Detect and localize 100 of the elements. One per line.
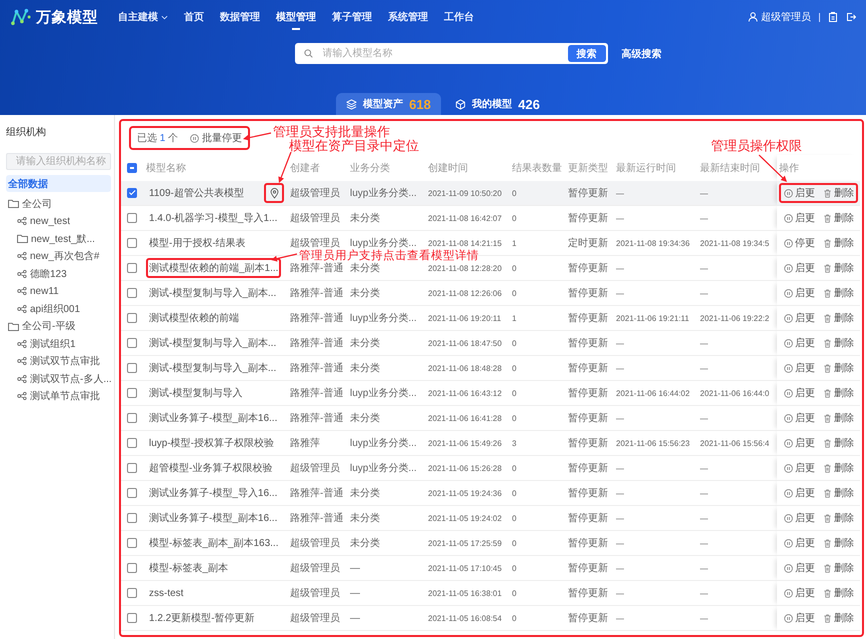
row-checkbox[interactable] — [127, 362, 137, 373]
toggle-update-button[interactable]: 启更 — [784, 311, 815, 325]
model-name-link[interactable]: 测试-模型复制与导入 — [146, 383, 246, 403]
table-row[interactable]: 测试业务算子-模型_副本16... 路雅萍-普通 未分类 2021-11-06 16:41:28 0 暂停更新 — — 启更 删除 — [121, 406, 860, 430]
model-name-link[interactable]: 测试-模型复制与导入_副本... — [146, 283, 280, 303]
row-checkbox[interactable] — [127, 612, 137, 623]
toggle-update-button[interactable]: 启更 — [784, 461, 815, 475]
tree-item[interactable]: 全部数据 — [6, 175, 111, 192]
advanced-search-link[interactable]: 高级搜索 — [622, 46, 662, 60]
table-row[interactable]: 测试-模型复制与导入_副本... 路雅萍-普通 未分类 2021-11-08 12:26:06 0 暂停更新 — — 启更 删除 — [121, 280, 860, 306]
toggle-update-button[interactable]: 启更 — [784, 536, 815, 550]
delete-button[interactable]: 删除 — [823, 461, 854, 475]
search-button[interactable]: 搜索 — [568, 45, 606, 62]
delete-button[interactable]: 删除 — [823, 436, 854, 450]
delete-button[interactable]: 删除 — [823, 486, 854, 500]
table-row[interactable]: 测试-模型复制与导入 路雅萍-普通 luyp业务分类... 2021-11-06 16:43:12 0 暂停更新 2021-11-06 16:44:02 2021-11-06 16:44:0 启更 删除 — [121, 380, 860, 406]
toggle-update-button[interactable]: 启更 — [784, 511, 815, 525]
model-name-link[interactable]: zss-test — [146, 584, 186, 602]
table-row[interactable]: 超管模型-业务算子权限校验 超级管理员 luyp业务分类... 2021-11-06 15:26:28 0 暂停更新 — — 启更 删除 — [121, 456, 860, 480]
model-name-link[interactable]: 1.4.0-机器学习-模型_导入1... — [146, 208, 280, 228]
delete-button[interactable]: 删除 — [823, 611, 854, 625]
row-checkbox[interactable] — [127, 288, 137, 298]
toggle-update-button[interactable]: 启更 — [784, 386, 815, 400]
row-checkbox[interactable] — [127, 538, 137, 548]
tree-item[interactable]: 德瞻123 — [15, 265, 111, 282]
row-checkbox[interactable] — [127, 588, 137, 598]
nav-item[interactable]: 算子管理 — [332, 0, 372, 34]
table-row[interactable]: 测试业务算子-模型_副本16... 路雅萍-普通 未分类 2021-11-05 19:24:02 0 暂停更新 — — 启更 删除 — [121, 506, 860, 530]
nav-item[interactable]: 系统管理 — [388, 0, 428, 34]
tree-item[interactable]: 测试组织1 — [15, 335, 111, 352]
tree-item[interactable]: 测试双节点审批 — [15, 352, 111, 370]
toggle-update-button[interactable]: 停更 — [784, 236, 815, 250]
nav-item[interactable]: 自主建模 — [118, 0, 168, 34]
location-pin-icon[interactable] — [270, 188, 278, 198]
row-checkbox[interactable] — [127, 312, 137, 323]
table-row[interactable]: 1109-超管公共表模型 超级管理员 luyp业务分类... 2021-11-09 10:50:20 0 暂停更新 — — 启更 删除 — [121, 181, 860, 206]
model-name-link[interactable]: 测试业务算子-模型_副本16... — [146, 408, 280, 428]
delete-button[interactable]: 删除 — [823, 586, 854, 600]
toggle-update-button[interactable]: 启更 — [784, 186, 815, 200]
nav-item[interactable]: 数据管理 — [220, 0, 260, 34]
tree-item[interactable]: new11 — [15, 282, 111, 300]
row-checkbox[interactable] — [127, 188, 137, 198]
delete-button[interactable]: 删除 — [823, 336, 854, 350]
row-checkbox[interactable] — [127, 412, 137, 423]
delete-button[interactable]: 删除 — [823, 361, 854, 375]
batch-stop-button[interactable]: 批量停更 — [190, 131, 242, 145]
user-menu[interactable]: 超级管理员 — [748, 10, 811, 24]
table-row[interactable]: zss-test 超级管理员 — 2021-11-05 16:38:01 0 暂停更新 — — 启更 删除 — [121, 580, 860, 606]
delete-button[interactable]: 删除 — [823, 211, 854, 225]
delete-button[interactable]: 删除 — [823, 186, 854, 200]
row-checkbox[interactable] — [127, 562, 137, 573]
toggle-update-button[interactable]: 启更 — [784, 611, 815, 625]
toggle-update-button[interactable]: 启更 — [784, 486, 815, 500]
nav-item[interactable]: 工作台 — [444, 0, 474, 34]
model-name-link[interactable]: 模型-用于授权-结果表 — [146, 233, 249, 253]
delete-button[interactable]: 删除 — [823, 311, 854, 325]
toggle-update-button[interactable]: 启更 — [784, 336, 815, 350]
table-row[interactable]: 模型-标签表_副本 超级管理员 — 2021-11-05 17:10:45 0 暂停更新 — — 启更 删除 — [121, 556, 860, 580]
toggle-update-button[interactable]: 启更 — [784, 561, 815, 575]
delete-button[interactable]: 删除 — [823, 236, 854, 250]
table-row[interactable]: 测试-模型复制与导入_副本... 路雅萍-普通 未分类 2021-11-06 18:48:28 0 暂停更新 — — 启更 删除 — [121, 356, 860, 380]
delete-button[interactable]: 删除 — [823, 411, 854, 425]
tree-item[interactable]: 全公司-平级 — [6, 318, 111, 335]
delete-button[interactable]: 删除 — [823, 511, 854, 525]
tree-item[interactable]: api组织001 — [15, 300, 111, 318]
model-name-link[interactable]: luyp-模型-授权算子权限校验 — [146, 433, 278, 453]
tree-item[interactable]: new_test_默... — [15, 230, 111, 248]
model-name-link[interactable]: 模型-标签表_副本_副本163... — [146, 533, 282, 553]
table-row[interactable]: 测试-模型复制与导入_副本... 路雅萍-普通 未分类 2021-11-06 18:47:50 0 暂停更新 — — 启更 删除 — [121, 330, 860, 356]
asset-tab[interactable]: 模型资产 618 — [336, 93, 441, 115]
row-checkbox[interactable] — [127, 238, 137, 248]
toggle-update-button[interactable]: 启更 — [784, 586, 815, 600]
table-row[interactable]: 1.4.0-机器学习-模型_导入1... 超级管理员 未分类 2021-11-08 16:42:07 0 暂停更新 — — 启更 删除 — [121, 206, 860, 230]
toggle-update-button[interactable]: 启更 — [784, 436, 815, 450]
org-search-field[interactable]: 请输入组织机构名称 — [6, 153, 111, 170]
model-name-link[interactable]: 测试业务算子-模型_导入16... — [146, 483, 280, 503]
model-name-link[interactable]: 1.2.2更新模型-暂停更新 — [146, 608, 258, 628]
toggle-update-button[interactable]: 启更 — [784, 361, 815, 375]
model-name-link[interactable]: 测试-模型复制与导入_副本... — [146, 333, 280, 353]
table-row[interactable]: 测试业务算子-模型_导入16... 路雅萍-普通 未分类 2021-11-05 19:24:36 0 暂停更新 — — 启更 删除 — [121, 480, 860, 506]
model-name-link[interactable]: 模型-标签表_副本 — [146, 558, 231, 578]
clipboard-icon[interactable] — [828, 12, 838, 22]
toggle-update-button[interactable]: 启更 — [784, 286, 815, 300]
model-name-link[interactable]: 超管模型-业务算子权限校验 — [146, 458, 276, 478]
toggle-update-button[interactable]: 启更 — [784, 211, 815, 225]
row-checkbox[interactable] — [127, 262, 137, 273]
model-name-link[interactable]: 测试业务算子-模型_副本16... — [146, 508, 280, 528]
tree-item[interactable]: 全公司 — [6, 195, 111, 212]
delete-button[interactable]: 删除 — [823, 561, 854, 575]
search-field[interactable]: 请输入模型名称 搜索 — [294, 43, 608, 64]
toggle-update-button[interactable]: 启更 — [784, 261, 815, 275]
tree-item[interactable]: new_test — [15, 212, 111, 230]
table-row[interactable]: luyp-模型-授权算子权限校验 路雅萍 luyp业务分类... 2021-11-06 15:49:26 3 暂停更新 2021-11-06 15:56:23 2021-11-06 15:56:4 启更 删除 — [121, 430, 860, 456]
row-checkbox[interactable] — [127, 488, 137, 498]
row-checkbox[interactable] — [127, 512, 137, 523]
table-row[interactable]: 1.2.2更新模型-暂停更新 超级管理员 — 2021-11-05 16:08:54 0 暂停更新 — — 启更 删除 — [121, 606, 860, 630]
row-checkbox[interactable] — [127, 212, 137, 223]
table-row[interactable]: 测试模型依赖的前端 路雅萍-普通 luyp业务分类... 2021-11-06 19:20:11 1 暂停更新 2021-11-06 19:21:11 2021-11-06 19:22:2 启更 删除 — [121, 306, 860, 330]
tree-item[interactable]: new_再次包含# — [15, 248, 111, 265]
delete-button[interactable]: 删除 — [823, 286, 854, 300]
